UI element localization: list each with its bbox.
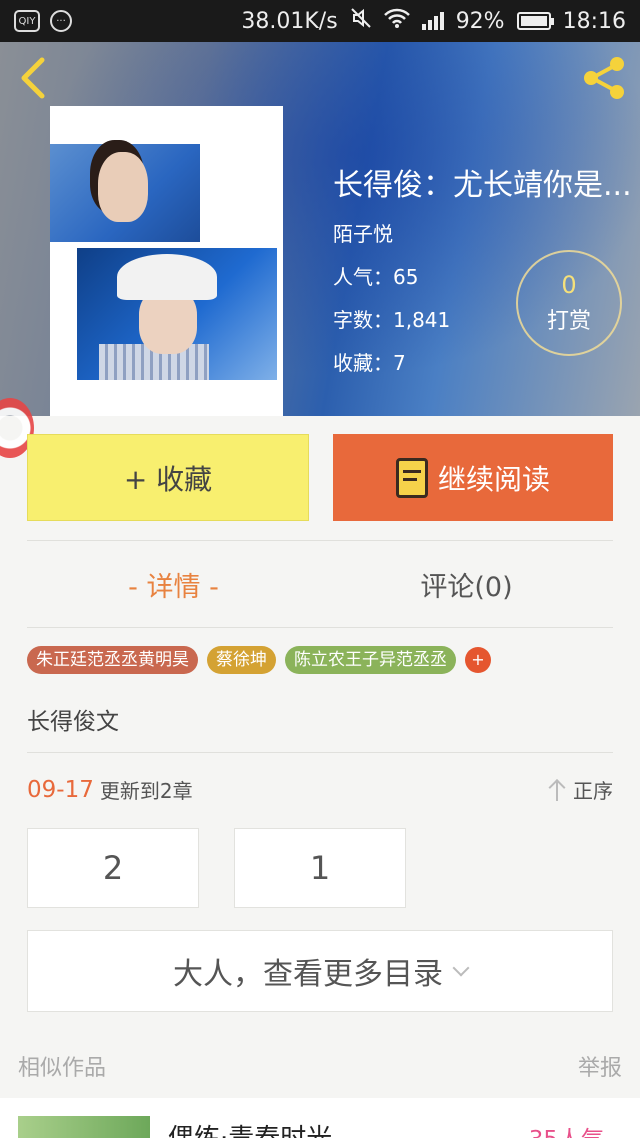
- reward-count: 0: [561, 271, 577, 299]
- more-notification-icon: ···: [50, 10, 72, 32]
- continue-reading-button[interactable]: 继续阅读: [333, 434, 613, 521]
- book-header: 长得俊：尤长靖你是... 陌子悦 人气：65 字数：1,841 收藏：7 0 打…: [0, 42, 640, 416]
- book-icon: [395, 457, 428, 498]
- similar-work-title: 偶练·青春时光: [168, 1118, 332, 1138]
- tab-comments[interactable]: 评论(0): [320, 541, 613, 627]
- wifi-icon: [383, 8, 410, 34]
- clock: 18:16: [562, 8, 626, 34]
- back-arrow-icon[interactable]: [14, 56, 54, 100]
- status-bar: QIY ··· 38.01K/s 92% 18:16: [0, 0, 640, 42]
- tab-details[interactable]: - 详情 -: [27, 541, 320, 627]
- book-title: 长得俊：尤长靖你是...: [333, 168, 632, 203]
- chevron-down-icon: [452, 959, 470, 977]
- battery-icon: [516, 12, 554, 30]
- book-description: 长得俊文: [27, 709, 119, 735]
- iqiyi-notification-icon: QIY: [14, 10, 40, 32]
- similar-work-popularity: 35人气: [529, 1120, 604, 1138]
- detail-tabs: - 详情 - 评论(0): [27, 541, 613, 627]
- update-info: 09-17 更新到2章 正序: [27, 775, 613, 804]
- reward-button[interactable]: 0 打赏: [516, 250, 622, 356]
- similar-work-thumbnail: [18, 1116, 150, 1138]
- similar-work-item[interactable]: 偶练·青春时光 35人气: [0, 1098, 640, 1138]
- reward-label: 打赏: [546, 309, 591, 334]
- arrow-up-icon: [549, 779, 565, 801]
- book-favorites: 收藏：7: [333, 351, 406, 375]
- update-text: 更新到2章: [99, 779, 193, 803]
- collect-button[interactable]: + 收藏: [27, 434, 309, 521]
- divider: [27, 627, 613, 628]
- tag-item[interactable]: 陈立农王子异范丞丞: [285, 646, 456, 674]
- signal-icon: [421, 12, 444, 30]
- book-author[interactable]: 陌子悦: [333, 218, 640, 247]
- share-icon[interactable]: [580, 54, 628, 102]
- sort-order-button[interactable]: 正序: [549, 775, 613, 804]
- tag-list: 朱正廷范丞丞黄明昊 蔡徐坤 陈立农王子异范丞丞 +: [27, 646, 491, 674]
- continue-reading-label: 继续阅读: [437, 462, 550, 496]
- similar-works-header: 相似作品 举报: [18, 1050, 622, 1082]
- update-date: 09-17: [27, 776, 94, 803]
- cover-photo-top: [50, 144, 200, 242]
- add-tag-button[interactable]: +: [465, 647, 491, 673]
- book-cover[interactable]: [50, 106, 283, 416]
- report-link[interactable]: 举报: [578, 1050, 622, 1082]
- more-catalog-button[interactable]: 大人，查看更多目录: [27, 930, 613, 1012]
- tag-item[interactable]: 朱正廷范丞丞黄明昊: [27, 646, 198, 674]
- chapter-button[interactable]: 1: [234, 828, 406, 908]
- cover-photo-bottom: [77, 248, 277, 380]
- tag-item[interactable]: 蔡徐坤: [207, 646, 276, 674]
- sort-order-label: 正序: [573, 779, 613, 803]
- more-catalog-label: 大人，查看更多目录: [173, 957, 443, 992]
- divider: [27, 752, 613, 753]
- battery-percent: 92%: [455, 8, 505, 34]
- chapter-button[interactable]: 2: [27, 828, 199, 908]
- similar-works-title: 相似作品: [18, 1056, 107, 1081]
- action-buttons: + 收藏 继续阅读: [27, 434, 613, 521]
- network-speed: 38.01K/s: [241, 8, 338, 34]
- mute-icon: [350, 7, 372, 35]
